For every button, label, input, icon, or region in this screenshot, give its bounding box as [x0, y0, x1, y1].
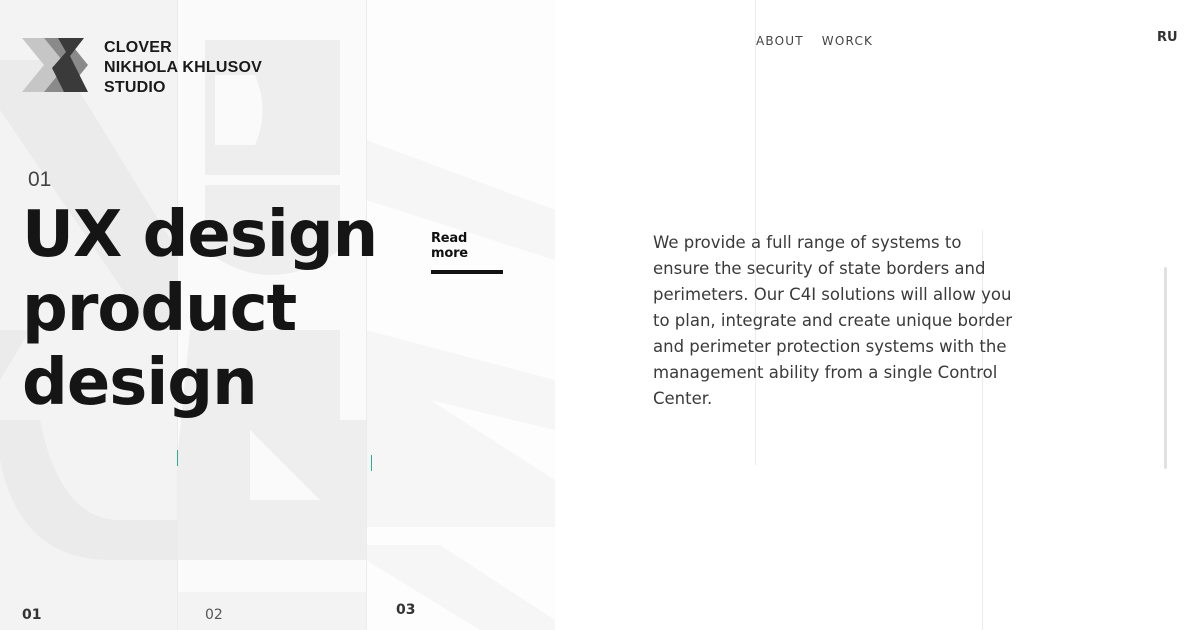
headline-line-1: UX design	[22, 198, 378, 272]
read-more-link[interactable]: Read more	[431, 231, 503, 274]
nav-work-link[interactable]: WORCK	[822, 34, 873, 48]
scrollbar[interactable]	[1164, 267, 1167, 469]
accent-tick	[177, 450, 178, 466]
slide-number: 01	[28, 168, 52, 191]
page-title: UX design product design	[22, 198, 378, 420]
headline-line-2: product	[22, 272, 297, 346]
studio-logo[interactable]: CLOVER NIKHOLA KHLUSOV STUDIO	[22, 38, 262, 98]
accent-tick	[371, 455, 372, 471]
slide-tab-2[interactable]: 02	[178, 592, 366, 630]
nav-about-link[interactable]: ABOUT	[756, 34, 804, 48]
slide-tab-2-label: 02	[205, 607, 223, 623]
language-switch[interactable]: RU	[1157, 30, 1178, 45]
page: CLOVER NIKHOLA KHLUSOV STUDIO ABOUT WORC…	[0, 0, 1200, 630]
headline-line-3: design	[22, 346, 258, 420]
logo-line-1: CLOVER	[104, 39, 172, 56]
main-nav: ABOUT WORCK	[756, 34, 873, 48]
logo-line-3: STUDIO	[104, 79, 166, 96]
logo-x-mark-icon	[22, 38, 88, 92]
slide-tab-1[interactable]: 01	[22, 607, 41, 623]
logo-wordmark: CLOVER NIKHOLA KHLUSOV STUDIO	[104, 38, 262, 98]
description-text: We provide a full range of systems to en…	[653, 233, 1013, 408]
slide-tab-3[interactable]: 03	[396, 602, 415, 618]
logo-line-2: NIKHOLA KHLUSOV	[104, 59, 262, 76]
